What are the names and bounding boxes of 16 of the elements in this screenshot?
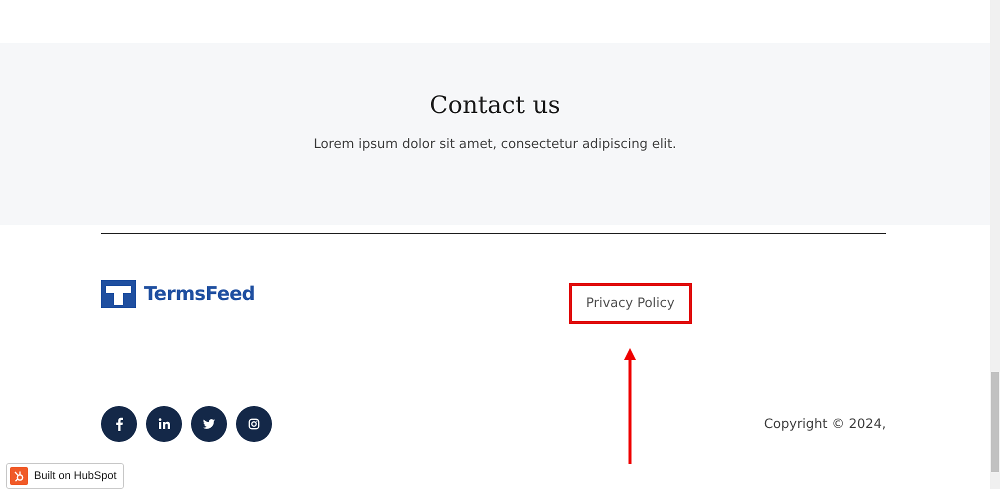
bird-icon[interactable]	[191, 406, 227, 442]
logo-text: TermsFeed	[144, 283, 255, 305]
instagram-icon[interactable]	[236, 406, 272, 442]
privacy-link[interactable]: Privacy Policy	[569, 283, 692, 324]
facebook-icon[interactable]	[101, 406, 137, 442]
sprocket-icon	[10, 467, 28, 485]
scrollbar-thumb[interactable]	[991, 372, 999, 472]
hubspot-badge[interactable]: Built on HubSpot	[6, 463, 124, 489]
arrow-icon	[624, 348, 636, 464]
badge-text: Built on HubSpot	[34, 470, 117, 482]
section-title: Contact us	[430, 91, 560, 119]
section-text: Lorem ipsum dolor sit amet, consectetur adipiscing elit.	[314, 137, 676, 152]
scrollbar[interactable]	[990, 0, 1000, 489]
linkedin-icon[interactable]	[146, 406, 182, 442]
logo-icon	[101, 280, 136, 308]
copyright-text: Copyright © 2024,	[764, 416, 886, 432]
